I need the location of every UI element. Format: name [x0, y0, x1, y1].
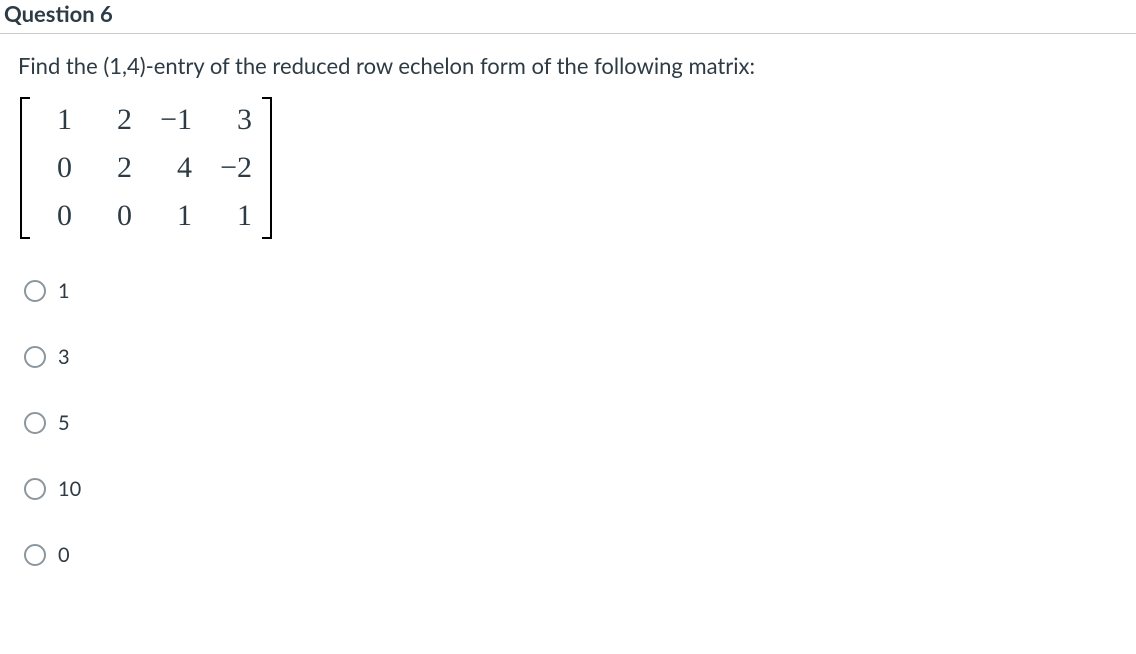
- option-label: 5: [58, 411, 70, 435]
- left-bracket: [20, 97, 30, 239]
- matrix-cell: 0: [40, 153, 72, 183]
- radio-icon: [24, 412, 46, 434]
- option-c[interactable]: 5: [24, 411, 1120, 435]
- option-a[interactable]: 1: [24, 279, 1120, 303]
- matrix-cell: 1: [40, 105, 72, 135]
- option-label: 10: [58, 477, 81, 501]
- option-e[interactable]: 0: [24, 543, 1120, 567]
- matrix-cell: 0: [100, 201, 132, 231]
- matrix-cell: 2: [100, 153, 132, 183]
- question-body: Find the (1,4)-entry of the reduced row …: [0, 34, 1136, 567]
- radio-icon: [24, 478, 46, 500]
- matrix-cell: −2: [220, 153, 252, 183]
- matrix-body: 1 2 −1 3 0 2 4 −2 0 0 1 1: [30, 97, 262, 239]
- radio-icon: [24, 280, 46, 302]
- matrix-cell: 4: [160, 153, 192, 183]
- matrix-cell: 2: [100, 105, 132, 135]
- option-label: 0: [58, 543, 70, 567]
- matrix-cell: −1: [160, 105, 192, 135]
- option-label: 3: [58, 345, 70, 369]
- matrix-cell: 3: [220, 105, 252, 135]
- right-bracket: [262, 97, 272, 239]
- option-label: 1: [58, 279, 70, 303]
- matrix-cell: 1: [220, 201, 252, 231]
- option-b[interactable]: 3: [24, 345, 1120, 369]
- radio-icon: [24, 544, 46, 566]
- options-list: 1 3 5 10 0: [18, 279, 1120, 567]
- matrix: 1 2 −1 3 0 2 4 −2 0 0 1 1: [20, 97, 272, 239]
- question-title: Question 6: [4, 0, 113, 27]
- question-prompt: Find the (1,4)-entry of the reduced row …: [18, 52, 1120, 79]
- question-header: Question 6: [0, 0, 1136, 34]
- radio-icon: [24, 346, 46, 368]
- option-d[interactable]: 10: [24, 477, 1120, 501]
- matrix-cell: 0: [40, 201, 72, 231]
- matrix-cell: 1: [160, 201, 192, 231]
